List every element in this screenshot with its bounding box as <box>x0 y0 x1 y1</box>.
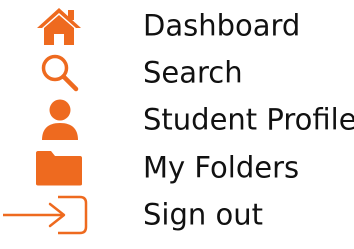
nav-menu: Dashboard Search Student Profile My Fold… <box>0 0 354 249</box>
folder-icon <box>0 145 110 191</box>
menu-item-label: Sign out <box>143 197 263 232</box>
menu-item-my-folders[interactable]: My Folders <box>0 145 354 191</box>
user-icon <box>0 97 110 143</box>
menu-item-label: Search <box>143 55 243 90</box>
menu-item-label: My Folders <box>143 150 300 185</box>
menu-item-sign-out[interactable]: Sign out <box>0 192 354 238</box>
menu-item-search[interactable]: Search <box>0 50 354 96</box>
menu-item-label: Student Profile <box>143 102 354 137</box>
menu-item-label: Dashboard <box>143 8 301 43</box>
sign-out-icon <box>0 192 110 238</box>
search-icon <box>0 50 110 96</box>
menu-item-student-profile[interactable]: Student Profile <box>0 97 354 143</box>
menu-item-dashboard[interactable]: Dashboard <box>0 3 354 49</box>
home-icon <box>0 3 110 49</box>
